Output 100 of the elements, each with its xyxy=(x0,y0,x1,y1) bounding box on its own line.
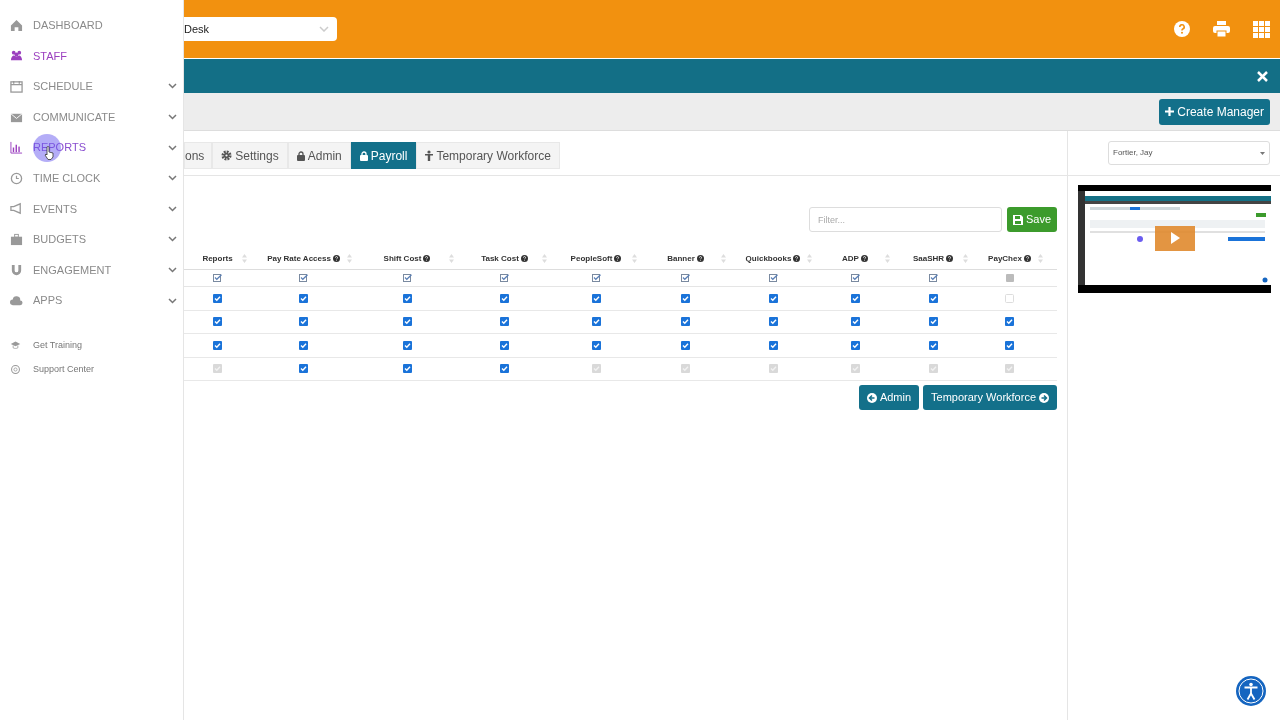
accessibility-icon[interactable] xyxy=(1236,676,1266,706)
checkbox[interactable] xyxy=(928,317,938,327)
print-icon[interactable] xyxy=(1213,21,1230,37)
select-all-checkbox[interactable] xyxy=(768,274,778,282)
nav-button[interactable]: Admin xyxy=(858,385,920,410)
column-header[interactable]: Shift Cost xyxy=(383,252,431,265)
select-all-checkbox[interactable] xyxy=(1005,274,1014,282)
checkbox[interactable] xyxy=(1005,293,1014,303)
column-header[interactable]: SaaSHR xyxy=(912,252,954,265)
checkbox[interactable] xyxy=(850,293,860,303)
chevron-down-icon xyxy=(319,26,329,32)
checkbox[interactable] xyxy=(299,293,308,303)
checkbox[interactable] xyxy=(500,364,509,374)
checkbox[interactable] xyxy=(681,293,690,303)
gear-icon xyxy=(221,150,233,161)
location-select[interactable]: Desk xyxy=(184,17,337,41)
help-icon xyxy=(696,255,704,262)
sidebar-item[interactable]: BUDGETS xyxy=(0,224,183,255)
checkbox[interactable] xyxy=(1005,340,1014,350)
select-all-checkbox[interactable] xyxy=(213,274,222,282)
sidebar-item[interactable]: DASHBOARD xyxy=(0,10,183,41)
checkbox[interactable] xyxy=(500,293,509,303)
sidebar-link[interactable]: Get Training xyxy=(0,333,183,358)
checkbox[interactable] xyxy=(768,317,778,327)
sidebar-item[interactable]: APPS xyxy=(0,285,183,316)
column-header[interactable]: Pay Rate Access xyxy=(267,252,340,265)
column-header[interactable]: PeopleSoft xyxy=(570,252,622,265)
checkbox[interactable] xyxy=(402,340,412,350)
briefcase-icon xyxy=(10,232,23,246)
select-all-checkbox[interactable] xyxy=(299,274,308,282)
checkbox[interactable] xyxy=(299,340,308,350)
tab[interactable]: Settings xyxy=(212,142,288,169)
column-header[interactable]: Banner xyxy=(667,252,704,265)
save-button[interactable]: Save xyxy=(1006,207,1057,232)
select-all-checkbox[interactable] xyxy=(850,274,860,282)
checkbox[interactable] xyxy=(768,293,778,303)
checkbox[interactable] xyxy=(591,317,601,327)
close-icon[interactable] xyxy=(1257,70,1268,82)
envelope-icon xyxy=(10,110,23,124)
employee-select[interactable]: Fortier, Jay xyxy=(1108,141,1270,165)
calendar-icon xyxy=(10,80,23,93)
tab[interactable]: Payroll xyxy=(350,142,417,169)
sidebar-link[interactable]: Support Center xyxy=(0,357,183,382)
column-header[interactable]: Task Cost xyxy=(481,252,528,265)
checkbox[interactable] xyxy=(850,317,860,327)
column-header[interactable]: Quickbooks xyxy=(745,252,801,265)
checkbox[interactable] xyxy=(299,317,308,327)
graduation-cap-icon xyxy=(10,340,21,352)
nav-button[interactable]: Temporary Workforce xyxy=(923,385,1057,410)
sidebar-item[interactable]: STAFF xyxy=(0,40,183,72)
select-all-checkbox[interactable] xyxy=(402,274,412,282)
column-header[interactable]: Reports xyxy=(202,252,233,265)
chevron-down-icon xyxy=(168,236,177,243)
magnet-icon xyxy=(10,263,23,277)
checkbox[interactable] xyxy=(850,340,860,350)
select-all-checkbox[interactable] xyxy=(928,274,938,282)
checkbox[interactable] xyxy=(591,340,601,350)
clock-icon xyxy=(10,171,23,185)
checkbox[interactable] xyxy=(213,317,222,327)
help-icon xyxy=(520,255,528,262)
tab[interactable]: Temporary Workforce xyxy=(416,142,560,169)
create-manager-button[interactable]: Create Manager xyxy=(1159,98,1270,125)
checkbox[interactable] xyxy=(402,364,412,374)
select-all-checkbox[interactable] xyxy=(591,274,601,282)
plus-icon xyxy=(1165,107,1175,116)
column-header[interactable]: ADP xyxy=(842,252,868,265)
checkbox[interactable] xyxy=(500,317,509,327)
chevron-down-icon xyxy=(168,267,177,274)
checkbox[interactable] xyxy=(500,340,509,350)
person-icon xyxy=(425,150,434,161)
column-header[interactable]: PayChex xyxy=(988,252,1031,265)
checkbox[interactable] xyxy=(591,293,601,303)
checkbox[interactable] xyxy=(928,293,938,303)
sidebar-item[interactable]: SCHEDULE xyxy=(0,71,183,102)
checkbox[interactable] xyxy=(1005,317,1014,327)
checkbox[interactable] xyxy=(928,340,938,350)
checkbox[interactable] xyxy=(402,317,412,327)
sidebar-item[interactable]: COMMUNICATE xyxy=(0,101,183,133)
caret-icon xyxy=(1260,151,1265,155)
tab[interactable]: ons xyxy=(184,142,213,169)
help-icon[interactable] xyxy=(1174,21,1190,37)
filter-field[interactable]: Filter... xyxy=(808,207,1002,232)
checkbox[interactable] xyxy=(213,293,222,303)
checkbox[interactable] xyxy=(681,317,690,327)
checkbox[interactable] xyxy=(681,340,690,350)
select-all-checkbox[interactable] xyxy=(500,274,509,282)
checkbox[interactable] xyxy=(299,364,308,374)
sidebar-item[interactable]: ENGAGEMENT xyxy=(0,254,183,286)
sidebar-item[interactable]: TIME CLOCK xyxy=(0,162,183,194)
help-icon xyxy=(614,255,622,262)
lock-icon xyxy=(359,150,368,161)
select-all-checkbox[interactable] xyxy=(681,274,690,282)
chevron-down-icon xyxy=(168,83,177,90)
checkbox[interactable] xyxy=(768,340,778,350)
sidebar-item[interactable]: EVENTS xyxy=(0,193,183,225)
apps-grid-icon[interactable] xyxy=(1253,20,1270,38)
checkbox[interactable] xyxy=(402,293,412,303)
tab[interactable]: Admin xyxy=(287,142,351,169)
checkbox[interactable] xyxy=(213,340,222,350)
help-icon xyxy=(423,255,431,262)
